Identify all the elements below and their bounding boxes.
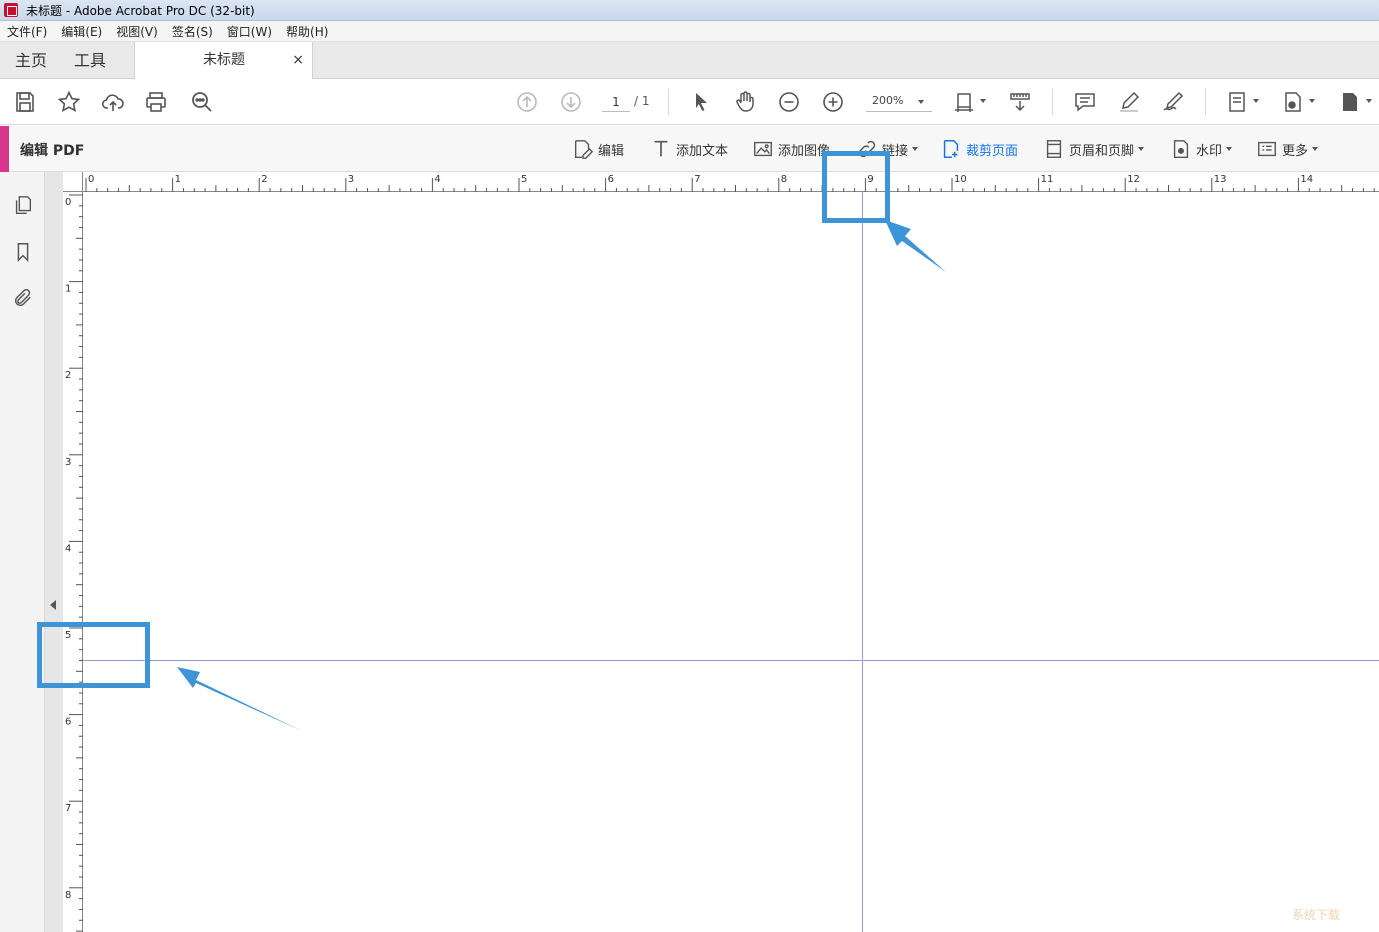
ruler-corner (63, 172, 83, 192)
annotation-arrows (177, 220, 946, 731)
arrow-to-left-ruler (177, 667, 302, 731)
arrow-to-top-ruler (885, 220, 946, 272)
site-watermark: 系统下载 (1292, 908, 1341, 922)
